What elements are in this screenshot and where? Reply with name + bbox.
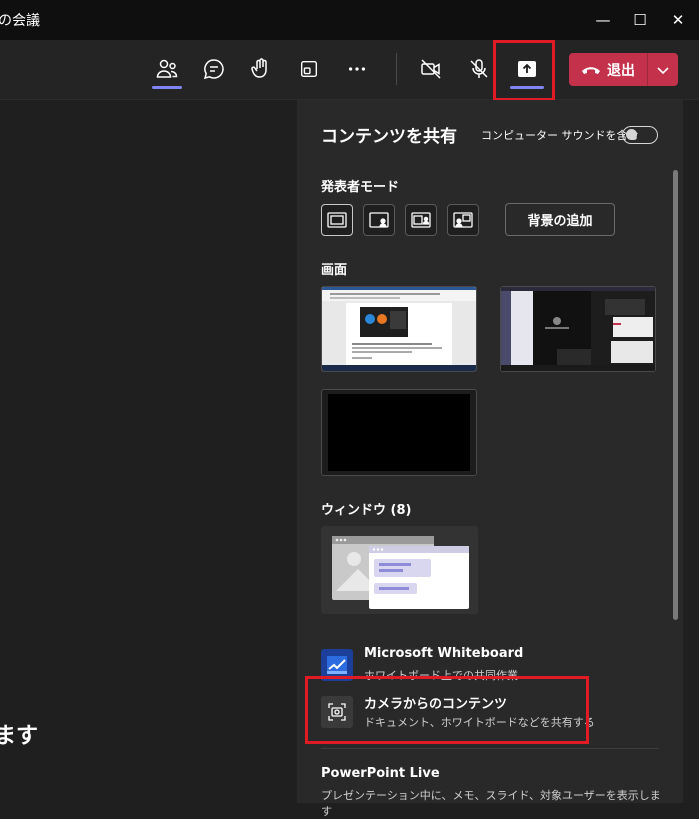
- mode-reporter-button[interactable]: [447, 204, 479, 236]
- chat-button[interactable]: [193, 49, 235, 89]
- mic-off-icon: [470, 59, 488, 78]
- side-by-side-icon: [411, 212, 431, 228]
- window-section-label: ウィンドウ (8): [321, 503, 412, 518]
- chevron-down-icon: [657, 66, 669, 74]
- reporter-icon: [453, 212, 473, 228]
- screen-preview-black: [328, 394, 470, 471]
- leave-label: 退出: [607, 62, 635, 79]
- standout-icon: [369, 212, 389, 228]
- app-title: PowerPoint Live: [321, 766, 440, 781]
- rooms-button[interactable]: [288, 49, 330, 89]
- leave-button[interactable]: 退出: [569, 53, 647, 86]
- app-title: Microsoft Whiteboard: [364, 646, 524, 661]
- title-bar: の会議 — ☐ ✕: [0, 0, 699, 40]
- add-background-button[interactable]: 背景の追加: [505, 203, 615, 236]
- panel-title: コンテンツを共有: [321, 127, 457, 147]
- share-highlight-box: [493, 40, 555, 101]
- mode-side-by-side-button[interactable]: [405, 204, 437, 236]
- more-button[interactable]: [336, 49, 378, 89]
- camera-content-highlight-box: [305, 676, 589, 744]
- leave-button-group: 退出: [569, 53, 678, 86]
- screen-preview-document: [322, 287, 476, 371]
- include-sound-label: コンピューター サウンドを含む: [481, 129, 639, 142]
- scrollbar-thumb[interactable]: [673, 170, 678, 620]
- app-description: プレゼンテーション中に、メモ、スライド、対象ユーザーを表示します: [321, 789, 661, 818]
- camera-off-icon: [421, 59, 441, 79]
- whiteboard-glyph: [327, 656, 347, 674]
- people-button[interactable]: [146, 49, 188, 89]
- stage-message: ます: [0, 724, 39, 749]
- toolbar-separator: [396, 53, 397, 85]
- more-icon: [348, 67, 366, 71]
- window-illustration-icon: [332, 536, 469, 609]
- app-item-powerpoint-live[interactable]: PowerPoint Live プレゼンテーション中に、メモ、スライド、対象ユー…: [321, 766, 661, 818]
- people-active-indicator: [152, 86, 182, 89]
- section-divider: [321, 748, 659, 749]
- screen-thumbnail-2[interactable]: [500, 286, 656, 372]
- camera-toggle-button[interactable]: [410, 49, 452, 89]
- mode-standout-button[interactable]: [363, 204, 395, 236]
- panel-scrollbar[interactable]: [670, 150, 680, 670]
- leave-options-button[interactable]: [648, 53, 678, 86]
- screen-thumbnail-3[interactable]: [321, 389, 477, 476]
- window-title: の会議: [0, 13, 40, 29]
- raise-hand-button[interactable]: [240, 49, 282, 89]
- presenter-mode-label: 発表者モード: [321, 180, 400, 195]
- window-thumbnail[interactable]: [321, 526, 478, 614]
- include-sound-toggle[interactable]: [622, 126, 658, 144]
- content-only-icon: [327, 212, 347, 228]
- people-icon: [156, 59, 178, 78]
- chat-icon: [203, 59, 224, 80]
- screen-preview-teams: [501, 287, 655, 371]
- close-button[interactable]: ✕: [655, 4, 699, 36]
- rooms-icon: [300, 60, 318, 78]
- scroll-up-arrow[interactable]: [670, 104, 680, 114]
- screen-thumbnail-1[interactable]: [321, 286, 477, 372]
- hang-up-icon: [582, 66, 600, 74]
- screen-section-label: 画面: [321, 263, 348, 278]
- toggle-knob: [626, 129, 637, 140]
- side-strip: [683, 100, 699, 803]
- raise-hand-icon: [251, 58, 267, 78]
- mode-content-only-button[interactable]: [321, 204, 353, 236]
